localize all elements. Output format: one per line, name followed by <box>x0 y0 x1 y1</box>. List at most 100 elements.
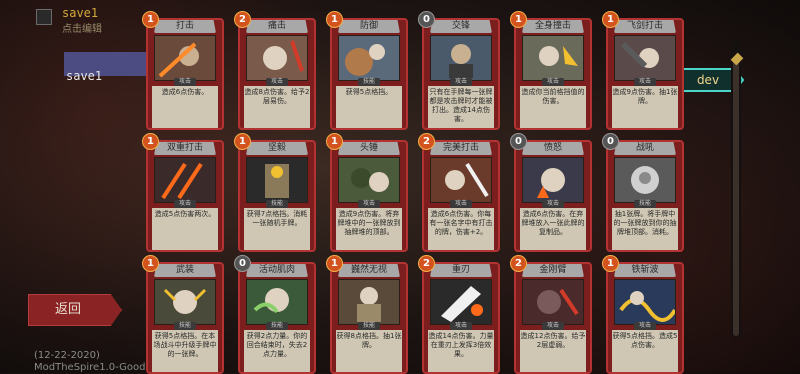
anger-icon <box>523 158 583 202</box>
card-description: 造成12点伤害。给予2层虚弱。 <box>520 330 586 372</box>
card-name: 双重打击 <box>166 143 203 153</box>
card-name: 交锋 <box>451 21 470 31</box>
save-edit-hint[interactable]: 点击编辑 <box>62 20 102 35</box>
card-description: 只有在手牌每一张牌都是攻击牌时才能被打出。造成14点伤害。 <box>428 86 494 128</box>
true-grit-icon <box>247 158 307 202</box>
card-type: 技能 <box>358 322 380 330</box>
card[interactable]: 完美打击 攻击 造成6点伤害。你每有一张名字中有打击的牌，伤害+2。 <box>422 140 500 252</box>
armaments-icon <box>155 280 215 324</box>
bash-icon <box>247 36 307 80</box>
energy-cost-orb: 0 <box>510 133 527 150</box>
energy-cost-orb: 1 <box>510 11 527 28</box>
energy-cost-orb: 1 <box>142 11 159 28</box>
card[interactable]: 飞剑打击 攻击 造成9点伤害。抽1张牌。 <box>606 18 684 130</box>
card-type: 攻击 <box>450 200 472 208</box>
card-description: 获得2点力量。你的回合结束时，失去2点力量。 <box>244 330 310 372</box>
energy-cost-orb: 2 <box>234 11 251 28</box>
card-art <box>246 35 308 81</box>
energy-cost-orb: 1 <box>142 133 159 150</box>
energy-cost-orb: 1 <box>326 255 343 272</box>
card[interactable]: 交锋 攻击 只有在手牌每一张牌都是攻击牌时才能被打出。造成14点伤害。 <box>422 18 500 130</box>
card-name: 巍然无视 <box>350 265 387 275</box>
card-type: 攻击 <box>174 200 196 208</box>
card-type: 技能 <box>358 78 380 86</box>
card-art <box>522 35 584 81</box>
card-name: 完美打击 <box>442 143 479 153</box>
back-button[interactable]: 返回 <box>28 294 122 326</box>
card[interactable]: 痛击 攻击 造成8点伤害。给予2层易伤。 <box>238 18 316 130</box>
energy-cost-orb: 1 <box>326 11 343 28</box>
card-type: 攻击 <box>542 78 564 86</box>
card-type: 攻击 <box>542 200 564 208</box>
card-description: 造成9点伤害。将弃牌堆中的一张牌放到抽牌堆的顶部。 <box>336 208 402 250</box>
heavy-blade-icon <box>431 280 491 324</box>
back-button-label: 返回 <box>55 302 82 317</box>
card-description: 获得5点格挡。在本场战斗中升级手牌中的一张牌。 <box>152 330 218 372</box>
shrug-it-off-icon <box>339 280 399 324</box>
card-type: 技能 <box>634 200 656 208</box>
build-date: (12-22-2020) <box>34 350 100 361</box>
card[interactable]: 巍然无视 技能 获得8点格挡。抽1张牌。 <box>330 262 408 374</box>
card-type: 技能 <box>266 322 288 330</box>
card[interactable]: 武装 技能 获得5点格挡。在本场战斗中升级手牌中的一张牌。 <box>146 262 224 374</box>
energy-cost-orb: 0 <box>418 11 435 28</box>
card-type: 攻击 <box>634 78 656 86</box>
energy-cost-orb: 1 <box>142 255 159 272</box>
card[interactable]: 双重打击 攻击 造成5点伤害两次。 <box>146 140 224 252</box>
pommel-strike-icon <box>615 36 675 80</box>
card-name: 打击 <box>175 21 194 31</box>
card-type: 攻击 <box>634 322 656 330</box>
card-name: 痛击 <box>267 21 286 31</box>
card[interactable]: 金刚臂 攻击 造成12点伤害。给予2层虚弱。 <box>514 262 592 374</box>
card-type: 攻击 <box>542 322 564 330</box>
card-art <box>430 157 492 203</box>
card-description: 造成9点伤害。抽1张牌。 <box>612 86 678 128</box>
card-art <box>338 35 400 81</box>
card-art <box>338 157 400 203</box>
card[interactable]: 打击 攻击 造成6点伤害。 <box>146 18 224 130</box>
card-type: 技能 <box>266 200 288 208</box>
card[interactable]: 铁斩波 攻击 获得5点格挡。造成5点伤害。 <box>606 262 684 374</box>
card-description: 造成6点伤害。在弃牌堆放入一张此牌的复制品。 <box>520 208 586 250</box>
sword-slash-icon <box>155 36 215 80</box>
card-art <box>338 279 400 325</box>
clash-icon <box>431 36 491 80</box>
card[interactable]: 全身撞击 攻击 造成你当前格挡值的伤害。 <box>514 18 592 130</box>
shield-icon <box>339 36 399 80</box>
warcry-icon <box>615 158 675 202</box>
card-description: 抽1张牌。将手牌中的一张牌放到你的抽牌堆顶部。消耗。 <box>612 208 678 250</box>
energy-cost-orb: 1 <box>326 133 343 150</box>
save-name[interactable]: save1 <box>62 6 98 20</box>
save-slot-icon[interactable] <box>36 9 52 25</box>
card-type: 攻击 <box>174 78 196 86</box>
energy-cost-orb: 1 <box>234 133 251 150</box>
card-description: 获得8点格挡。抽1张牌。 <box>336 330 402 372</box>
energy-cost-orb: 0 <box>602 133 619 150</box>
card-description: 获得7点格挡。消耗一张随机手牌。 <box>244 208 310 250</box>
card-description: 造成5点伤害两次。 <box>152 208 218 250</box>
card[interactable]: 防御 技能 获得5点格挡。 <box>330 18 408 130</box>
flex-icon <box>247 280 307 324</box>
scrollbar-thumb[interactable] <box>733 58 739 336</box>
save-label: save1 <box>66 69 103 83</box>
card-art <box>246 279 308 325</box>
clothesline-icon <box>523 280 583 324</box>
card-art <box>154 157 216 203</box>
energy-cost-orb: 2 <box>510 255 527 272</box>
card-name: 战吼 <box>635 143 654 153</box>
card-type: 攻击 <box>450 78 472 86</box>
card[interactable]: 战吼 技能 抽1张牌。将手牌中的一张牌放到你的抽牌堆顶部。消耗。 <box>606 140 684 252</box>
card[interactable]: 愤怒 攻击 造成6点伤害。在弃牌堆放入一张此牌的复制品。 <box>514 140 592 252</box>
card-type: 攻击 <box>358 200 380 208</box>
card[interactable]: 头锤 攻击 造成9点伤害。将弃牌堆中的一张牌放到抽牌堆的顶部。 <box>330 140 408 252</box>
card[interactable]: 坚毅 技能 获得7点格挡。消耗一张随机手牌。 <box>238 140 316 252</box>
headbutt-icon <box>339 158 399 202</box>
card-description: 获得5点格挡。 <box>336 86 402 128</box>
energy-cost-orb: 2 <box>418 133 435 150</box>
card[interactable]: 活动肌肉 技能 获得2点力量。你的回合结束时，失去2点力量。 <box>238 262 316 374</box>
energy-cost-orb: 1 <box>602 255 619 272</box>
card-description: 造成6点伤害。你每有一张名字中有打击的牌，伤害+2。 <box>428 208 494 250</box>
iron-wave-icon <box>615 280 675 324</box>
card[interactable]: 重刃 攻击 造成14点伤害。力量在重刃上发挥3倍效果。 <box>422 262 500 374</box>
card-art <box>522 279 584 325</box>
